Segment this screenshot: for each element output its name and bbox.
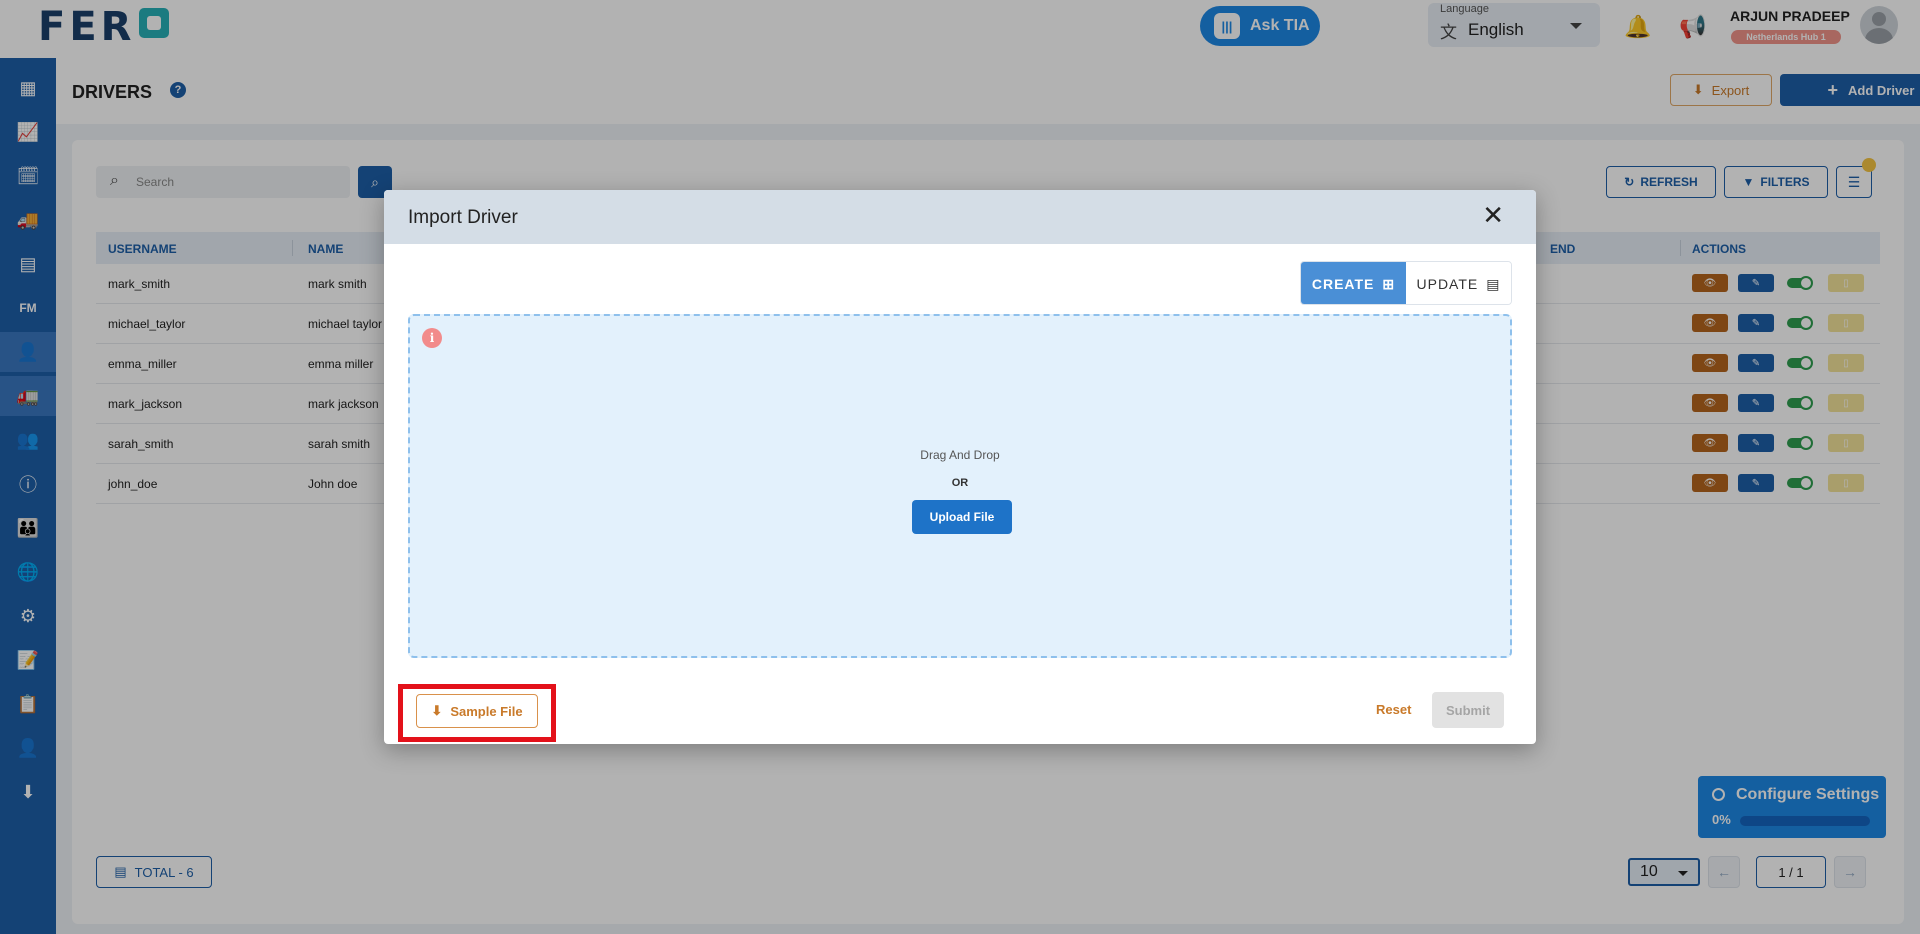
sample-file-button[interactable]: ⬇ Sample File [416, 694, 538, 728]
submit-button[interactable]: Submit [1432, 692, 1504, 728]
reset-button[interactable]: Reset [1376, 702, 1411, 717]
download-icon: ⬇ [431, 703, 443, 718]
dialog-title: Import Driver [408, 207, 518, 228]
table-add-icon: ⊞ [1382, 275, 1396, 292]
upload-file-button[interactable]: Upload File [912, 500, 1012, 534]
table-edit-icon: ▤ [1486, 275, 1501, 292]
update-label: UPDATE [1416, 276, 1479, 292]
update-mode-button[interactable]: UPDATE ▤ [1406, 262, 1511, 304]
or-text: OR [951, 477, 969, 489]
import-driver-dialog: Import Driver ✕ CREATE ⊞ UPDATE ▤ i Drag… [384, 190, 1536, 744]
info-icon[interactable]: i [422, 328, 442, 348]
sample-file-label: Sample File [450, 703, 523, 719]
close-icon[interactable]: ✕ [1482, 200, 1504, 231]
drag-drop-text: Drag And Drop [920, 448, 1000, 462]
create-mode-button[interactable]: CREATE ⊞ [1301, 262, 1406, 304]
dialog-header: Import Driver ✕ [384, 190, 1536, 244]
create-label: CREATE [1311, 276, 1375, 292]
mode-toggle: CREATE ⊞ UPDATE ▤ [1300, 261, 1512, 305]
file-drop-zone[interactable]: i Drag And Drop OR Upload File [408, 314, 1512, 658]
